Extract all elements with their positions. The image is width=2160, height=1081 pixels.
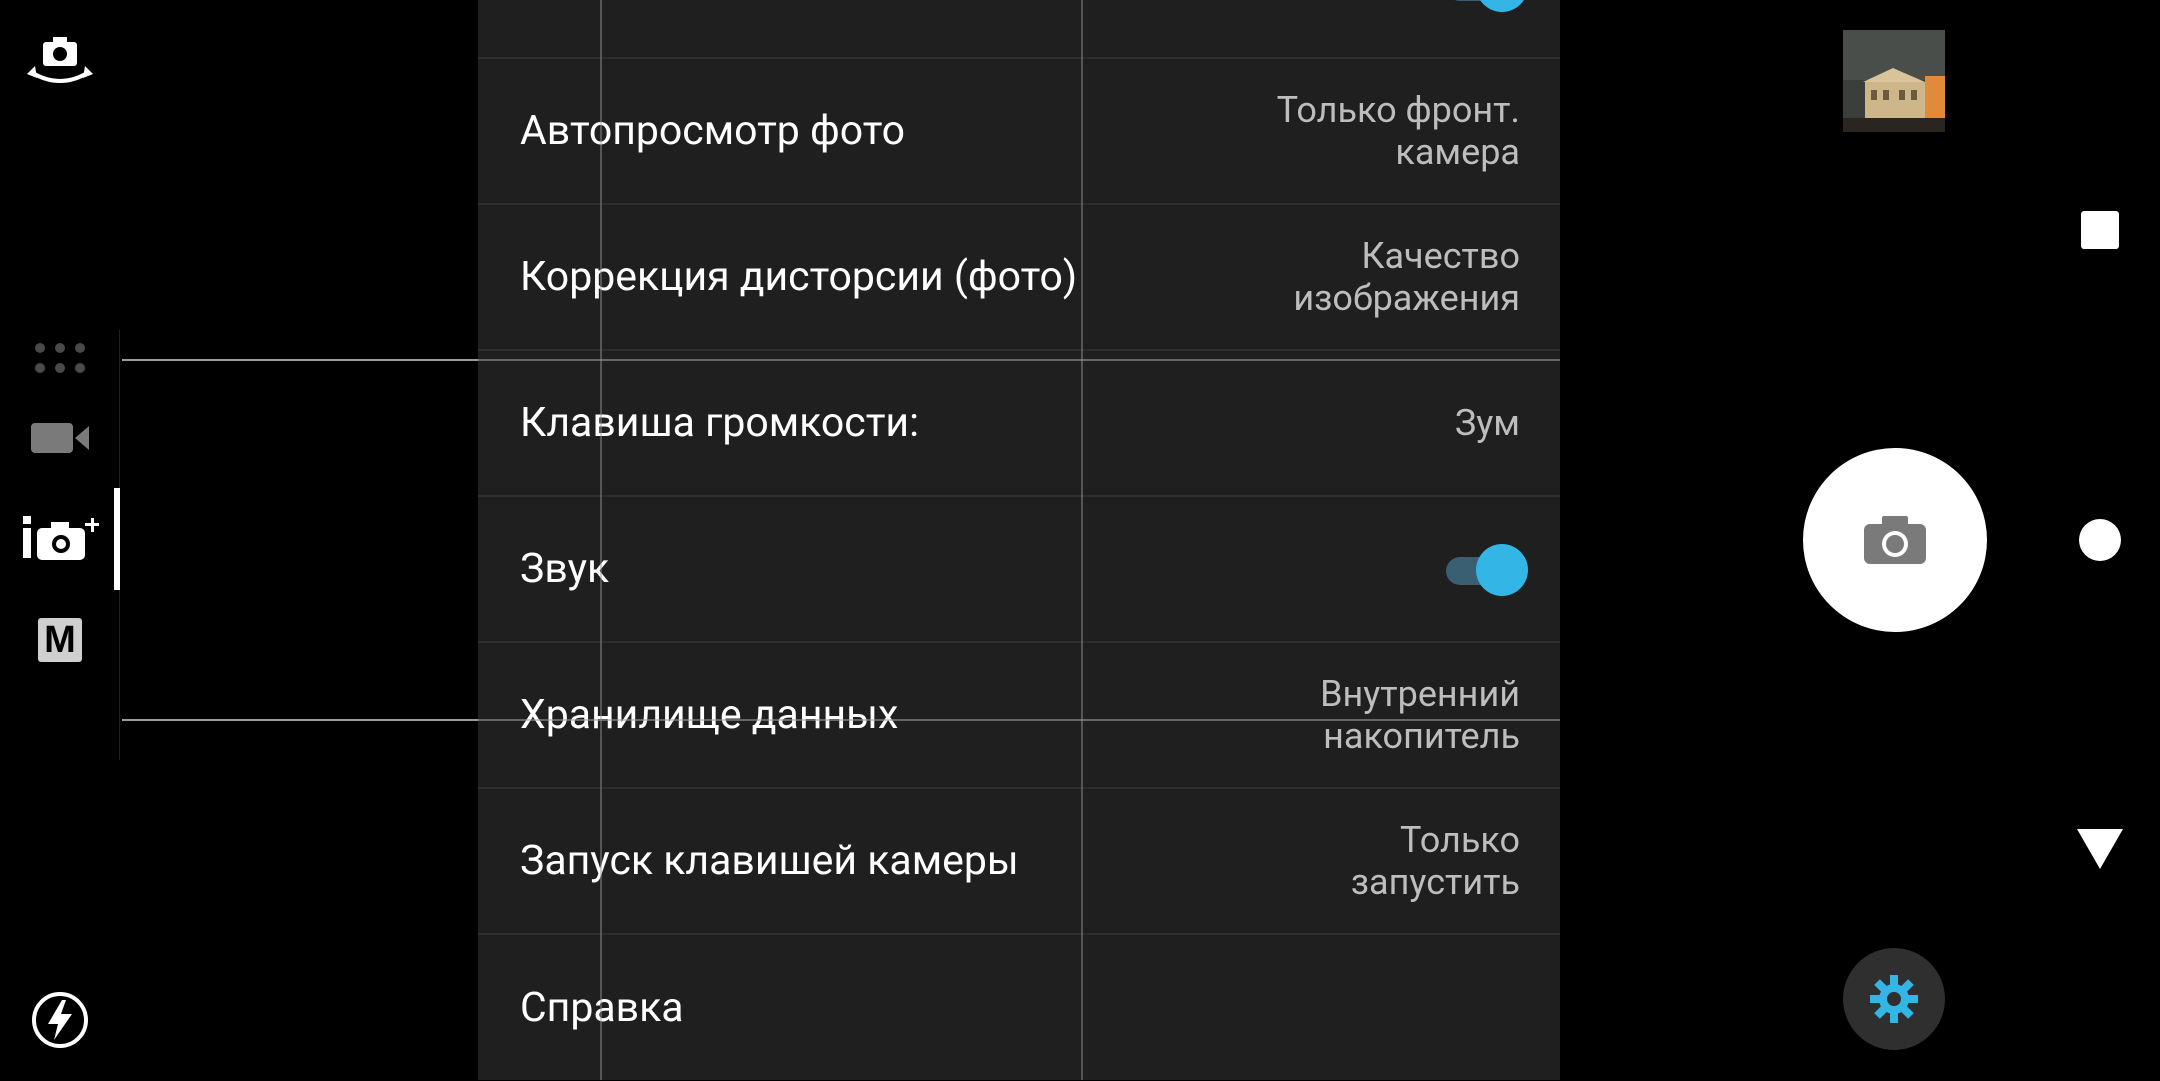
grid-line <box>600 0 602 1080</box>
flash-auto-icon[interactable] <box>20 980 100 1060</box>
settings-gear-icon <box>1870 975 1918 1023</box>
camera-switch-icon[interactable] <box>20 22 100 102</box>
toggle-thumb <box>1476 544 1528 596</box>
back-triangle-icon[interactable] <box>2060 808 2140 888</box>
settings-panel: Линии сетки Автопросмотр фото Только фро… <box>478 0 1560 1080</box>
superior-auto-icon[interactable] <box>18 498 108 578</box>
gallery-thumbnail[interactable] <box>1843 30 1945 132</box>
setting-label: Автопросмотр фото <box>520 107 905 155</box>
setting-label: Линии сетки <box>520 0 762 9</box>
setting-value: Только запустить <box>1350 819 1520 903</box>
setting-value: Внутренний накопитель <box>1320 673 1520 757</box>
shutter-camera-icon <box>1864 516 1926 564</box>
setting-value: Зум <box>1454 402 1520 444</box>
setting-label: Запуск клавишей камеры <box>520 837 1019 885</box>
recents-square-icon[interactable] <box>2060 190 2140 270</box>
grid-line <box>478 719 1560 721</box>
setting-value: Только фронт. камера <box>1276 89 1520 173</box>
settings-button[interactable] <box>1843 948 1945 1050</box>
home-circle-icon[interactable] <box>2060 500 2140 580</box>
grid-line <box>1081 0 1083 1080</box>
setting-camera-key-launch[interactable]: Запуск клавишей камеры Только запустить <box>478 789 1560 935</box>
toggle-thumb <box>1476 0 1528 12</box>
video-mode-icon[interactable] <box>20 398 100 478</box>
setting-sound[interactable]: Звук <box>478 497 1560 643</box>
manual-mode-icon[interactable]: M <box>20 600 100 680</box>
setting-value: Качество изображения <box>1293 235 1520 319</box>
setting-label: Хранилище данных <box>520 691 899 739</box>
setting-grid-lines[interactable]: Линии сетки <box>478 0 1560 59</box>
setting-label: Коррекция дисторсии (фото) <box>520 253 1078 301</box>
setting-photo-autoreview[interactable]: Автопросмотр фото Только фронт. камера <box>478 59 1560 205</box>
mode-rail: M <box>0 0 120 1080</box>
more-modes-icon[interactable] <box>20 318 100 398</box>
shutter-button[interactable] <box>1803 448 1987 632</box>
setting-data-storage[interactable]: Хранилище данных Внутренний накопитель <box>478 643 1560 789</box>
setting-volume-key[interactable]: Клавиша громкости: Зум <box>478 351 1560 497</box>
setting-label: Звук <box>520 545 610 593</box>
grid-line <box>478 359 1560 361</box>
grid-lines-toggle[interactable] <box>1438 0 1528 13</box>
manual-mode-label: M <box>38 618 82 662</box>
navigation-bar <box>2040 0 2160 1080</box>
setting-help[interactable]: Справка <box>478 935 1560 1081</box>
sound-toggle[interactable] <box>1438 541 1528 597</box>
setting-distortion-correction[interactable]: Коррекция дисторсии (фото) Качество изоб… <box>478 205 1560 351</box>
setting-label: Клавиша громкости: <box>520 399 920 447</box>
